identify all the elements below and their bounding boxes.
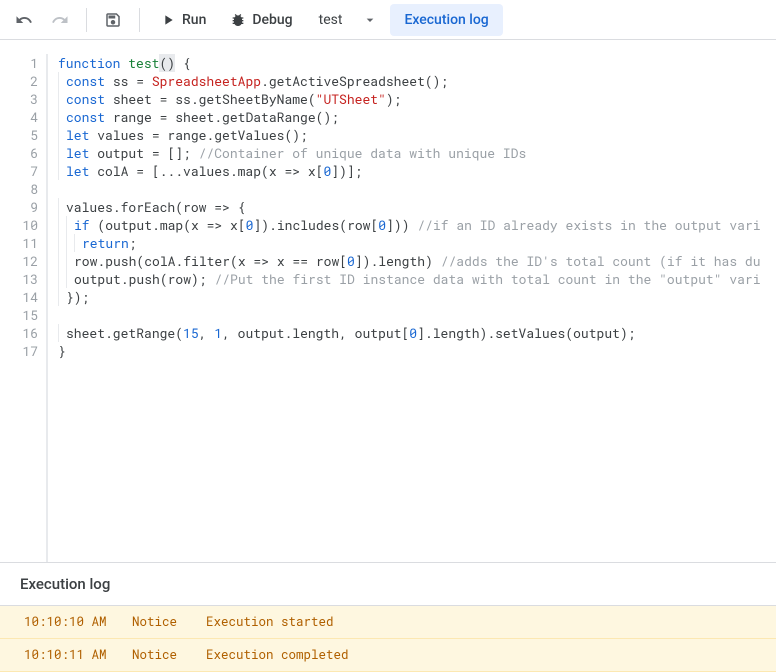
line-number: 16 [0, 324, 38, 342]
code-editor[interactable]: 1234567891011121314151617 function test(… [0, 40, 776, 562]
function-name: test [319, 12, 343, 28]
line-number: 9 [0, 198, 38, 216]
run-label: Run [182, 12, 206, 28]
line-number: 10 [0, 216, 38, 234]
line-gutter: 1234567891011121314151617 [0, 54, 46, 562]
line-number: 1 [0, 54, 38, 72]
log-message: Execution completed [206, 647, 349, 663]
debug-label: Debug [252, 12, 292, 28]
code-line[interactable] [58, 180, 776, 198]
run-button[interactable]: Run [150, 4, 216, 36]
function-selector[interactable]: test [307, 4, 387, 36]
log-time: 10:10:11 AM [24, 647, 114, 663]
execution-log-button[interactable]: Execution log [390, 4, 502, 36]
code-line[interactable]: }); [58, 288, 776, 306]
line-number: 3 [0, 90, 38, 108]
line-number: 13 [0, 270, 38, 288]
code-line[interactable]: row.push(colA.filter(x => x == row[0]).l… [58, 252, 776, 270]
save-button[interactable] [97, 4, 129, 36]
code-line[interactable]: output.push(row); //Put the first ID ins… [58, 270, 776, 288]
code-line[interactable]: values.forEach(row => { [58, 198, 776, 216]
redo-icon [51, 11, 69, 29]
play-icon [160, 12, 176, 28]
code-line[interactable]: sheet.getRange(15, 1, output.length, out… [58, 324, 776, 342]
log-message: Execution started [206, 614, 334, 630]
log-time: 10:10:10 AM [24, 614, 114, 630]
undo-icon [15, 11, 33, 29]
chevron-down-icon [362, 12, 378, 28]
log-row: 10:10:11 AM Notice Execution completed [0, 639, 776, 672]
code-line[interactable]: if (output.map(x => x[0]).includes(row[0… [58, 216, 776, 234]
code-line[interactable]: let values = range.getValues(); [58, 126, 776, 144]
log-level: Notice [132, 614, 188, 630]
toolbar: Run Debug test Execution log [0, 0, 776, 40]
line-number: 5 [0, 126, 38, 144]
code-line[interactable]: return; [58, 234, 776, 252]
code-line[interactable]: let colA = [...values.map(x => x[0])]; [58, 162, 776, 180]
line-number: 6 [0, 144, 38, 162]
debug-button[interactable]: Debug [220, 4, 302, 36]
line-number: 8 [0, 180, 38, 198]
code-line[interactable]: } [58, 342, 776, 360]
log-level: Notice [132, 647, 188, 663]
log-row: 10:10:10 AM Notice Execution started [0, 606, 776, 639]
line-number: 15 [0, 306, 38, 324]
code-content[interactable]: function test() {const ss = SpreadsheetA… [46, 54, 776, 562]
code-line[interactable] [58, 306, 776, 324]
code-line[interactable]: const sheet = ss.getSheetByName("UTSheet… [58, 90, 776, 108]
line-number: 2 [0, 72, 38, 90]
code-line[interactable]: const range = sheet.getDataRange(); [58, 108, 776, 126]
line-number: 12 [0, 252, 38, 270]
save-icon [104, 11, 122, 29]
execution-log-label: Execution log [404, 12, 488, 28]
line-number: 7 [0, 162, 38, 180]
code-line[interactable]: function test() { [58, 54, 776, 72]
undo-button[interactable] [8, 4, 40, 36]
separator [139, 8, 140, 32]
redo-button[interactable] [44, 4, 76, 36]
separator [86, 8, 87, 32]
code-line[interactable]: let output = []; //Container of unique d… [58, 144, 776, 162]
line-number: 4 [0, 108, 38, 126]
bug-icon [230, 12, 246, 28]
line-number: 14 [0, 288, 38, 306]
execution-log-panel: Execution log 10:10:10 AM Notice Execution… [0, 562, 776, 672]
code-line[interactable]: const ss = SpreadsheetApp.getActiveSprea… [58, 72, 776, 90]
execution-log-title: Execution log [0, 563, 776, 606]
line-number: 11 [0, 234, 38, 252]
line-number: 17 [0, 342, 38, 360]
